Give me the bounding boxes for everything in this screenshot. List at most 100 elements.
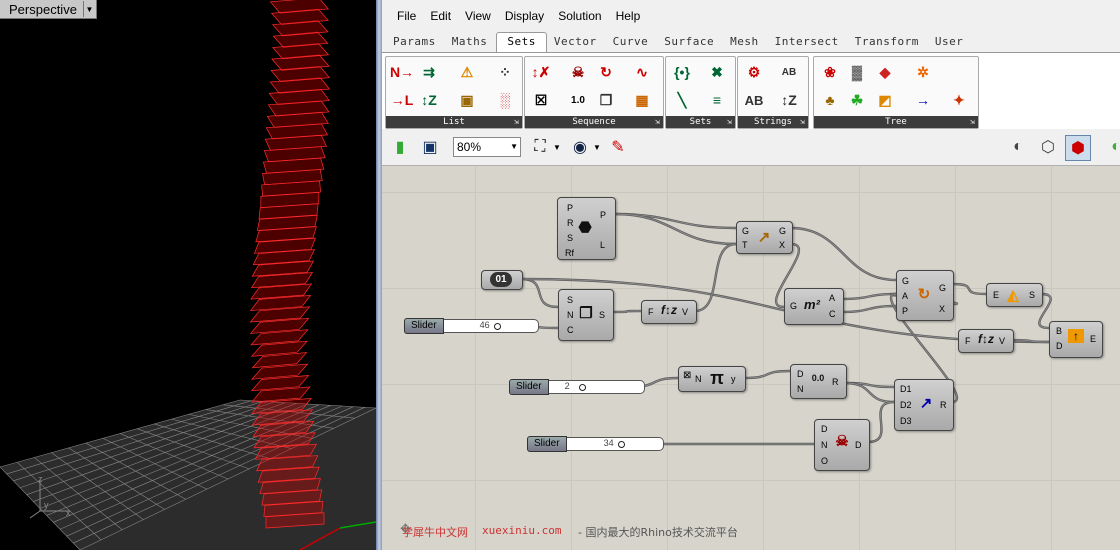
slider-1-track[interactable]: 46	[443, 319, 539, 333]
polygon-input-s[interactable]: S	[567, 233, 573, 243]
range-component[interactable]: D N 0.0 R	[790, 364, 847, 399]
jitter-input-o[interactable]: O	[821, 456, 828, 466]
arrow-tree-icon[interactable]: →	[912, 89, 934, 111]
tab-sets[interactable]: Sets	[496, 32, 547, 52]
orient-output-g[interactable]: G	[779, 226, 786, 236]
menu-help[interactable]: Help	[616, 9, 641, 23]
panel-sequence-expand-icon[interactable]: ⇲	[655, 116, 660, 128]
palm-tree-icon[interactable]: ✲	[912, 61, 934, 83]
red-cube-icon[interactable]: ◆	[874, 61, 896, 83]
grasshopper-canvas[interactable]: P R S Rf ⬣ P L G T ↗ G X G m² A C G A P …	[382, 166, 1120, 550]
merge-input-d[interactable]: D	[1056, 341, 1063, 351]
merge-component[interactable]: B D ↑ E	[1049, 321, 1103, 358]
panel-strings-expand-icon[interactable]: ⇲	[800, 116, 805, 128]
polygon-input-rf[interactable]: Rf	[565, 248, 574, 258]
rotate-output-g[interactable]: G	[939, 283, 946, 293]
area-input-g[interactable]: G	[790, 301, 797, 311]
extrude-component[interactable]: E ◭ S	[986, 283, 1043, 307]
viewport-title-tab[interactable]: Perspective ▼	[0, 0, 97, 19]
range-ribbon-icon[interactable]: 1.0	[567, 89, 589, 111]
boolean-toggle-component[interactable]: 01	[481, 270, 523, 290]
graph-input-d1[interactable]: D1	[900, 384, 912, 394]
panel-list-expand-icon[interactable]: ⇲	[514, 116, 519, 128]
tab-transform[interactable]: Transform	[848, 35, 928, 52]
panel-tree-expand-icon[interactable]: ⇲	[970, 116, 975, 128]
extrude-output-s[interactable]: S	[1029, 290, 1035, 300]
polygon-output-l[interactable]: L	[600, 240, 605, 250]
replace-items-icon[interactable]: →L	[391, 89, 414, 111]
merge-output-e[interactable]: E	[1090, 334, 1096, 344]
histogram-icon[interactable]: ░	[494, 89, 516, 111]
function-1-input-f[interactable]: F	[648, 307, 654, 317]
text-replace-icon[interactable]: AB	[778, 61, 800, 83]
rotate-input-p[interactable]: P	[902, 306, 908, 316]
graph-input-d2[interactable]: D2	[900, 400, 912, 410]
zoom-extents-menu-arrow[interactable]: ▼	[552, 135, 562, 159]
menu-view[interactable]: View	[465, 9, 491, 23]
set-intersection-icon[interactable]: ╲	[671, 89, 693, 111]
number-slider-3[interactable]: Slider 34	[527, 436, 664, 452]
sprout-icon[interactable]: ☘	[846, 89, 868, 111]
polygon-component[interactable]: P R S Rf ⬣ P L	[557, 197, 616, 260]
function-component-2[interactable]: F f↕z V	[958, 329, 1014, 353]
dispatch-icon[interactable]: ▣	[456, 89, 478, 111]
graph-mapper-component[interactable]: D1 D2 D3 ↗ R	[894, 379, 954, 431]
preview-eye-icon[interactable]: ◉	[568, 135, 592, 159]
bare-tree-icon[interactable]: ✦	[948, 89, 970, 111]
save-file-icon[interactable]: ▣	[418, 135, 442, 159]
tab-surface[interactable]: Surface	[657, 35, 723, 52]
set-union-icon[interactable]: {•}	[671, 61, 693, 83]
menu-solution[interactable]: Solution	[558, 9, 601, 23]
set-difference-icon[interactable]: ✖	[706, 61, 728, 83]
text-concatenate-icon[interactable]: AB	[743, 89, 765, 111]
preview-menu-arrow[interactable]: ▼	[592, 135, 602, 159]
gradient-tree-icon[interactable]: ◩	[874, 89, 896, 111]
preview-selected-icon[interactable]: ⬢	[1065, 135, 1091, 161]
series-input-c[interactable]: C	[567, 325, 574, 335]
series-input-n[interactable]: N	[567, 310, 574, 320]
cull-pattern-icon[interactable]: ☒	[530, 89, 552, 111]
stump-icon[interactable]: ♣	[819, 89, 841, 111]
slider-2-track[interactable]: 2	[548, 380, 645, 394]
preview-wireframe-icon[interactable]: ◐	[1006, 135, 1030, 159]
sort-text-icon[interactable]: ↕Z	[778, 89, 800, 111]
viewport-menu-arrow[interactable]: ▼	[83, 1, 95, 17]
jitter-ribbon-icon[interactable]: ☠	[567, 61, 589, 83]
cross-reference-icon[interactable]: ↻	[595, 61, 617, 83]
rotate-input-g[interactable]: G	[902, 276, 909, 286]
range-input-n[interactable]: N	[797, 384, 804, 394]
orient-input-t[interactable]: T	[742, 240, 748, 250]
range-input-d[interactable]: D	[797, 369, 804, 379]
cut-off-icon[interactable]: ◐	[1104, 135, 1120, 159]
pi-component[interactable]: ⊠ N π y	[678, 366, 746, 392]
orient-input-g[interactable]: G	[742, 226, 749, 236]
graph-output-r[interactable]: R	[940, 400, 947, 410]
fibonacci-icon[interactable]: ∿	[631, 61, 653, 83]
tab-vector[interactable]: Vector	[547, 35, 606, 52]
tab-user[interactable]: User	[928, 35, 973, 52]
extrude-input-e[interactable]: E	[993, 290, 999, 300]
open-file-icon[interactable]: ▮	[388, 135, 412, 159]
tab-intersect[interactable]: Intersect	[768, 35, 848, 52]
null-check-icon[interactable]: ⚠	[456, 61, 478, 83]
rhino-perspective-viewport[interactable]: x y z Perspective ▼	[0, 0, 376, 550]
list-item-icon[interactable]: N→	[390, 61, 414, 83]
rotate-input-a[interactable]: A	[902, 291, 908, 301]
jitter-component[interactable]: D N O ☠ D	[814, 419, 870, 471]
series-input-s[interactable]: S	[567, 295, 573, 305]
tab-mesh[interactable]: Mesh	[723, 35, 768, 52]
jitter-output-d[interactable]: D	[855, 440, 862, 450]
polygon-input-p[interactable]: P	[567, 203, 573, 213]
area-output-c[interactable]: C	[829, 309, 836, 319]
slider-3-grip[interactable]	[617, 441, 625, 448]
set-majority-icon[interactable]: ≡	[706, 89, 728, 111]
zoom-level-select[interactable]: 80% ▼	[453, 137, 521, 157]
split-list-icon[interactable]: ⁘	[494, 61, 516, 83]
list-length-icon[interactable]: ⇉	[418, 61, 440, 83]
slider-3-track[interactable]: 34	[566, 437, 664, 451]
series-output-s[interactable]: S	[599, 310, 605, 320]
zoom-extents-icon[interactable]: ⛶	[528, 135, 552, 159]
slider-1-grip[interactable]	[493, 323, 501, 330]
tab-curve[interactable]: Curve	[606, 35, 658, 52]
slider-2-grip[interactable]	[578, 384, 586, 391]
